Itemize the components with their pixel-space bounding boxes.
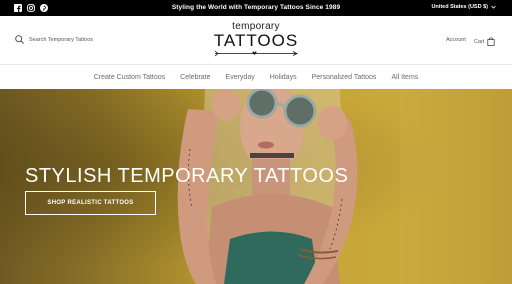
nav-item-create-custom-tattoos[interactable]: Create Custom Tattoos	[94, 74, 165, 81]
region-label: United States (USD $)	[431, 4, 488, 10]
cart-link[interactable]: Cart	[474, 37, 495, 46]
site-header: Search Temporary Tattoos temporary TATTO…	[0, 16, 512, 65]
search-input[interactable]: Search Temporary Tattoos	[15, 35, 93, 44]
search-icon	[15, 35, 24, 44]
search-placeholder: Search Temporary Tattoos	[29, 36, 93, 43]
announcement-bar: Styling the World with Temporary Tattoos…	[0, 0, 512, 16]
nav-item-celebrate[interactable]: Celebrate	[180, 74, 210, 81]
hero-title: STYLISH TEMPORARY TATTOOS	[25, 165, 349, 187]
chevron-down-icon	[491, 5, 496, 9]
nav-item-personalized-tattoos[interactable]: Personalized Tattoos	[312, 74, 377, 81]
site-logo[interactable]: temporary TATTOOS	[206, 22, 306, 60]
nav-item-holidays[interactable]: Holidays	[270, 74, 297, 81]
main-nav: Create Custom Tattoos Celebrate Everyday…	[0, 65, 512, 89]
account-link[interactable]: Account	[446, 37, 466, 43]
cart-label: Cart	[474, 38, 485, 45]
region-selector[interactable]: United States (USD $)	[431, 4, 496, 10]
logo-line-2: TATTOOS	[213, 31, 299, 50]
shop-realistic-tattoos-button[interactable]: SHOP REALISTIC TATTOOS	[25, 191, 156, 215]
shopping-bag-icon	[487, 37, 495, 46]
hero-banner: STYLISH TEMPORARY TATTOOS SHOP REALISTIC…	[0, 89, 512, 284]
logo-arrow-icon	[214, 50, 298, 57]
nav-item-everyday[interactable]: Everyday	[226, 74, 255, 81]
nav-item-all-items[interactable]: All Items	[391, 74, 418, 81]
